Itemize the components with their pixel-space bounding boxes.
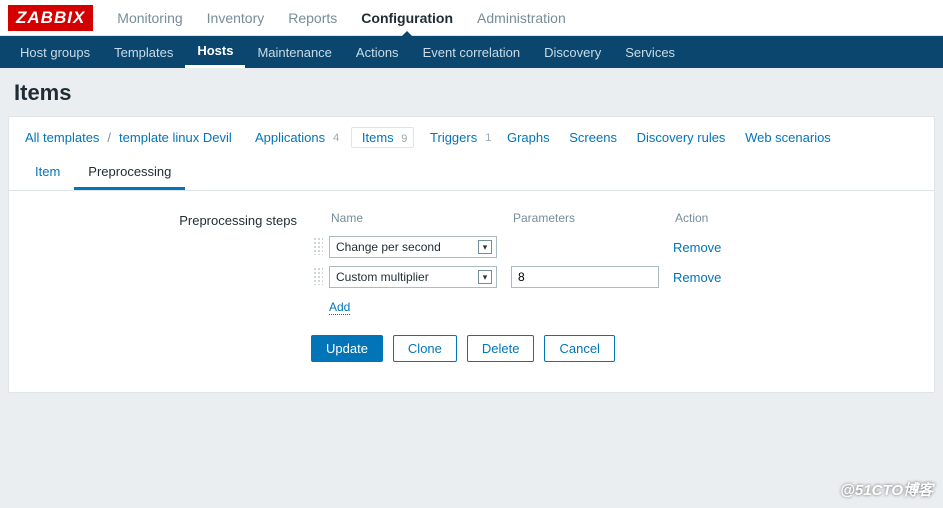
tab-item[interactable]: Item — [21, 156, 74, 190]
cancel-button[interactable]: Cancel — [544, 335, 614, 362]
clone-button[interactable]: Clone — [393, 335, 457, 362]
nav-monitoring[interactable]: Monitoring — [105, 10, 194, 26]
crumb-triggers[interactable]: Triggers — [426, 130, 481, 145]
items-count: 9 — [401, 133, 407, 145]
crumb-graphs[interactable]: Graphs — [503, 130, 554, 145]
col-parameters: Parameters — [511, 211, 671, 231]
nav-inventory[interactable]: Inventory — [195, 10, 277, 26]
applications-count: 4 — [333, 132, 339, 144]
remove-link[interactable]: Remove — [673, 240, 721, 255]
form-area: Preprocessing steps Name Parameters Acti… — [9, 191, 934, 392]
subnav-discovery[interactable]: Discovery — [532, 36, 613, 68]
triggers-count: 1 — [485, 132, 491, 144]
preprocessing-steps-label: Preprocessing steps — [21, 209, 311, 362]
step-name-value: Change per second — [336, 240, 441, 254]
tabs: Item Preprocessing — [9, 156, 934, 191]
subnav-event-correlation[interactable]: Event correlation — [411, 36, 533, 68]
subnav-templates[interactable]: Templates — [102, 36, 185, 68]
separator: / — [107, 130, 111, 145]
add-step-link[interactable]: Add — [329, 300, 350, 315]
nav-configuration[interactable]: Configuration — [349, 10, 465, 26]
step-name-select[interactable]: Change per second ▾ — [329, 236, 497, 258]
watermark: @51CTO博客 — [840, 479, 933, 500]
update-button[interactable]: Update — [311, 335, 383, 362]
preprocessing-step-row: Change per second ▾ Remove — [313, 233, 725, 261]
delete-button[interactable]: Delete — [467, 335, 535, 362]
crumb-items-active: Items 9 — [351, 127, 415, 148]
crumb-web-scenarios[interactable]: Web scenarios — [741, 130, 835, 145]
sub-nav: Host groups Templates Hosts Maintenance … — [0, 36, 943, 68]
subnav-actions[interactable]: Actions — [344, 36, 411, 68]
page-title: Items — [0, 68, 943, 116]
step-name-select[interactable]: Custom multiplier ▾ — [329, 266, 497, 288]
subnav-hosts[interactable]: Hosts — [185, 36, 245, 68]
nav-reports[interactable]: Reports — [276, 10, 349, 26]
logo[interactable]: ZABBIX — [8, 5, 93, 31]
crumb-all-templates[interactable]: All templates — [21, 130, 103, 145]
top-nav: ZABBIX Monitoring Inventory Reports Conf… — [0, 0, 943, 36]
nav-administration[interactable]: Administration — [465, 10, 578, 26]
crumb-applications[interactable]: Applications — [251, 130, 329, 145]
col-name: Name — [329, 211, 509, 231]
subnav-host-groups[interactable]: Host groups — [8, 36, 102, 68]
subnav-services[interactable]: Services — [613, 36, 687, 68]
crumb-template[interactable]: template linux Devil — [115, 130, 236, 145]
subnav-maintenance[interactable]: Maintenance — [245, 36, 343, 68]
step-parameter-input[interactable] — [511, 266, 659, 288]
crumb-items[interactable]: Items — [358, 130, 398, 145]
remove-link[interactable]: Remove — [673, 270, 721, 285]
content-panel: All templates / template linux Devil App… — [8, 116, 935, 393]
breadcrumb: All templates / template linux Devil App… — [9, 117, 934, 156]
button-row: Update Clone Delete Cancel — [311, 335, 922, 362]
chevron-down-icon: ▾ — [478, 240, 492, 254]
step-name-value: Custom multiplier — [336, 270, 429, 284]
drag-handle-icon[interactable] — [313, 237, 323, 255]
drag-handle-icon[interactable] — [313, 267, 323, 285]
crumb-screens[interactable]: Screens — [565, 130, 621, 145]
tab-preprocessing[interactable]: Preprocessing — [74, 156, 185, 190]
crumb-discovery-rules[interactable]: Discovery rules — [633, 130, 730, 145]
col-action: Action — [673, 211, 725, 231]
chevron-down-icon: ▾ — [478, 270, 492, 284]
preprocessing-step-row: Custom multiplier ▾ Remove — [313, 263, 725, 291]
